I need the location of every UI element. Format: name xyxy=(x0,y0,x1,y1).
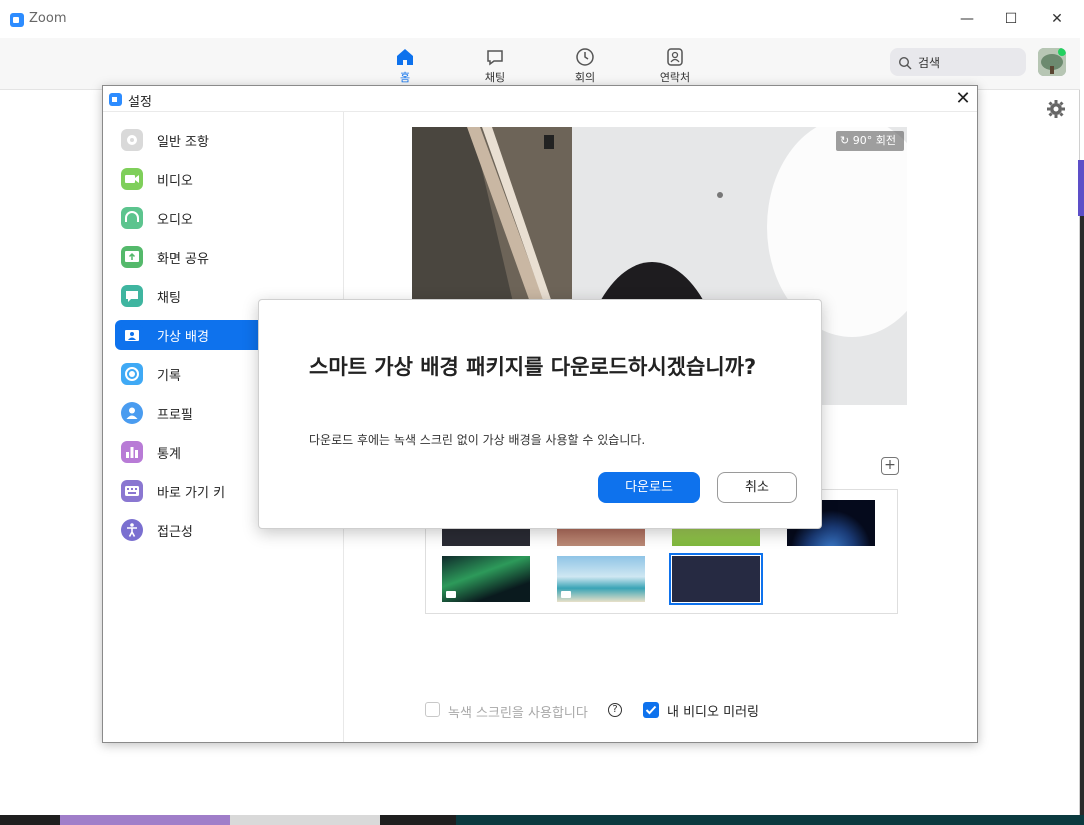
sidebar-item-audio[interactable]: 오디오 xyxy=(115,203,265,233)
background-window-accent xyxy=(1078,160,1084,216)
sidebar-item-recording[interactable]: 기록 xyxy=(115,359,265,389)
video-camera-icon xyxy=(121,168,143,190)
sidebar-item-profile[interactable]: 프로필 xyxy=(115,398,265,428)
tab-home-label: 홈 xyxy=(399,71,411,84)
sidebar-item-statistics[interactable]: 통계 xyxy=(115,437,265,467)
search-placeholder: 검색 xyxy=(918,56,941,70)
tab-contacts-label: 연락처 xyxy=(659,71,691,84)
sidebar-item-label: 기록 xyxy=(157,369,181,384)
minimize-button[interactable]: — xyxy=(955,8,979,30)
rotate-button[interactable]: ↻ 90° 회전 xyxy=(836,131,904,151)
virtual-background-icon xyxy=(121,324,143,346)
sidebar-item-label: 통계 xyxy=(157,447,181,462)
sidebar-item-label: 채팅 xyxy=(157,291,181,306)
sidebar-item-chat[interactable]: 채팅 xyxy=(115,281,265,311)
accessibility-icon xyxy=(121,519,143,541)
sidebar-item-label: 접근성 xyxy=(157,525,193,540)
headphones-icon xyxy=(121,207,143,229)
sidebar-item-screen-share[interactable]: 화면 공유 xyxy=(115,242,265,272)
search-box[interactable]: 검색 xyxy=(890,48,1026,76)
background-thumbnail[interactable] xyxy=(442,556,530,602)
tab-chat-label: 채팅 xyxy=(484,71,506,84)
rotate-label: 90° 회전 xyxy=(852,134,896,147)
dialog-title: 스마트 가상 배경 패키지를 다운로드하시겠습니까? xyxy=(309,355,757,379)
mirror-video-label: 내 비디오 미러링 xyxy=(667,705,759,720)
chat-bubble-icon xyxy=(121,285,143,307)
tab-chat[interactable]: 채팅 xyxy=(465,42,525,86)
sidebar-item-label: 화면 공유 xyxy=(157,252,209,267)
sidebar-item-label: 가상 배경 xyxy=(157,330,209,345)
sidebar-item-shortcuts[interactable]: 바로 가기 키 xyxy=(115,476,265,506)
sidebar-item-virtual-background[interactable]: 가상 배경 xyxy=(115,320,275,350)
profile-icon xyxy=(121,402,143,424)
clock-icon xyxy=(574,46,596,68)
sidebar-item-label: 일반 조항 xyxy=(157,135,209,150)
sidebar-item-general[interactable]: 일반 조항 xyxy=(115,125,265,155)
mirror-video-checkbox[interactable] xyxy=(643,702,659,718)
cancel-button[interactable]: 취소 xyxy=(717,472,797,503)
tab-meetings-label: 회의 xyxy=(574,71,596,84)
bar-chart-icon xyxy=(121,441,143,463)
sidebar-item-accessibility[interactable]: 접근성 xyxy=(115,515,265,545)
search-icon xyxy=(898,55,912,74)
top-nav: 홈 채팅 회의 연락처 검색 xyxy=(0,38,1080,90)
sidebar-item-label: 바로 가기 키 xyxy=(157,486,226,501)
close-button[interactable]: ✕ xyxy=(1045,8,1069,30)
chat-bubble-icon xyxy=(484,46,506,68)
add-background-button[interactable]: + xyxy=(881,457,899,475)
tab-meetings[interactable]: 회의 xyxy=(555,42,615,86)
dialog-message: 다운로드 후에는 녹색 스크린 없이 가상 배경을 사용할 수 있습니다. xyxy=(309,433,646,447)
settings-close-button[interactable]: ✕ xyxy=(953,89,973,109)
background-thumbnail-selected[interactable] xyxy=(669,553,763,605)
download-button[interactable]: 다운로드 xyxy=(598,472,700,503)
sidebar-item-label: 프로필 xyxy=(157,408,193,423)
contact-card-icon xyxy=(664,46,686,68)
green-screen-label: 녹색 스크린을 사용합니다 xyxy=(448,706,588,721)
sidebar-item-video[interactable]: 비디오 xyxy=(115,164,265,194)
download-package-dialog: 스마트 가상 배경 패키지를 다운로드하시겠습니까? 다운로드 후에는 녹색 스… xyxy=(258,299,822,529)
keyboard-icon xyxy=(121,480,143,502)
tab-contacts[interactable]: 연락처 xyxy=(645,42,705,86)
gear-icon[interactable] xyxy=(1047,100,1065,122)
background-window-edge xyxy=(1080,160,1084,820)
screen-share-icon xyxy=(121,246,143,268)
help-icon[interactable]: ? xyxy=(608,703,622,717)
rotate-icon: ↻ xyxy=(840,134,850,147)
home-icon xyxy=(394,46,416,68)
green-screen-checkbox[interactable] xyxy=(425,702,440,717)
zoom-logo-icon xyxy=(109,93,122,106)
background-thumbnail[interactable] xyxy=(557,556,645,602)
title-bar: Zoom — ☐ ✕ xyxy=(0,0,1080,38)
online-status-dot xyxy=(1058,48,1066,56)
video-camera-icon xyxy=(446,591,456,598)
record-icon xyxy=(121,363,143,385)
maximize-button[interactable]: ☐ xyxy=(999,8,1023,30)
sidebar-item-label: 오디오 xyxy=(157,213,193,228)
tab-home[interactable]: 홈 xyxy=(375,42,435,86)
gear-icon xyxy=(121,129,143,151)
sidebar-item-label: 비디오 xyxy=(157,174,193,189)
zoom-logo-icon xyxy=(10,13,24,27)
settings-title-bar: 설정 ✕ xyxy=(103,86,977,112)
settings-title: 설정 xyxy=(128,95,152,110)
background-taskbar xyxy=(0,815,1084,825)
app-title: Zoom xyxy=(29,11,67,26)
avatar[interactable] xyxy=(1038,48,1066,76)
video-camera-icon xyxy=(561,591,571,598)
